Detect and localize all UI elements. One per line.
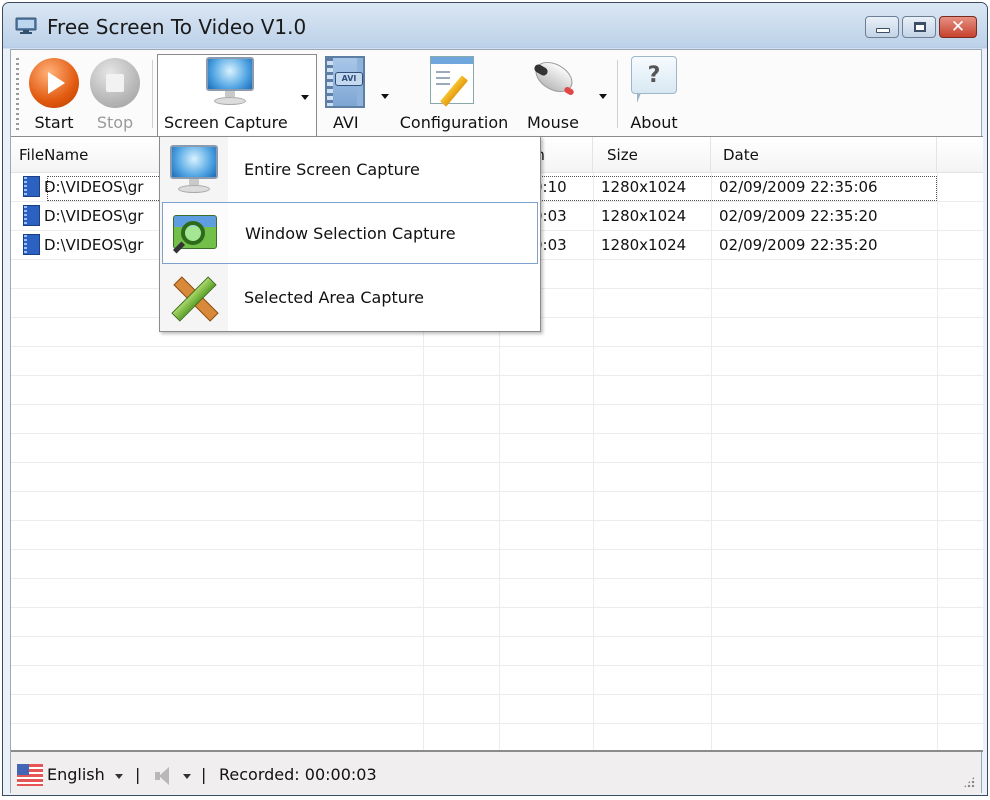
mouse-icon	[526, 55, 580, 104]
duration-cell: 0:10	[533, 178, 567, 196]
about-button[interactable]: ? About	[623, 54, 685, 134]
mouse-button[interactable]: Mouse	[517, 54, 607, 134]
avi-button[interactable]: AVI AVI	[319, 54, 391, 134]
duration-cell: 0:03	[533, 207, 567, 225]
size-cell: 1280x1024	[601, 207, 687, 225]
language-selector[interactable]: English	[47, 754, 105, 795]
empty-row	[11, 434, 983, 463]
monitor-icon	[204, 57, 256, 107]
start-button[interactable]: Start	[25, 54, 83, 134]
empty-row	[11, 521, 983, 550]
empty-row	[11, 492, 983, 521]
duration-cell: 0:03	[533, 236, 567, 254]
us-flag-icon	[17, 764, 43, 786]
empty-row	[11, 608, 983, 637]
menu-item-window-selection-capture[interactable]: Window Selection Capture	[162, 202, 538, 264]
screen-capture-dropdown-arrow[interactable]	[301, 95, 309, 100]
configuration-label: Configuration	[399, 113, 509, 132]
empty-row	[11, 463, 983, 492]
stop-button[interactable]: Stop	[87, 54, 143, 134]
config-icon	[430, 56, 478, 107]
column-header-size[interactable]: Size	[593, 137, 711, 173]
video-file-icon	[23, 175, 40, 197]
menu-item-label: Selected Area Capture	[244, 288, 424, 307]
app-monitor-icon	[15, 17, 37, 34]
close-icon: ✕	[950, 17, 966, 37]
menu-item-label: Entire Screen Capture	[244, 160, 420, 179]
screen-capture-menu: Entire Screen Capture Window Selection C…	[159, 136, 541, 332]
menu-item-selected-area-capture[interactable]: Selected Area Capture	[162, 267, 538, 329]
about-label: About	[630, 113, 678, 132]
empty-row	[11, 347, 983, 376]
maximize-icon	[914, 22, 926, 32]
monitor-icon	[168, 145, 220, 195]
menu-item-entire-screen-capture[interactable]: Entire Screen Capture	[162, 139, 538, 201]
mouse-label: Mouse	[527, 113, 579, 132]
film-icon: AVI	[325, 56, 365, 108]
close-button[interactable]: ✕	[939, 16, 977, 38]
mouse-dropdown-arrow[interactable]	[599, 94, 607, 99]
filename-text: D:\VIDEOS\gr	[44, 178, 144, 196]
stop-label: Stop	[96, 113, 134, 132]
empty-row	[11, 550, 983, 579]
status-separator: |	[135, 765, 141, 784]
empty-row	[11, 405, 983, 434]
question-mark: ?	[631, 56, 677, 94]
screen-capture-label: Screen Capture	[164, 113, 288, 132]
minimize-icon	[876, 28, 890, 33]
toolbar-separator	[152, 60, 153, 128]
menu-item-label: Window Selection Capture	[245, 224, 456, 243]
toolbar-separator	[617, 60, 618, 128]
audio-dropdown-arrow[interactable]	[183, 774, 191, 779]
app-window: Free Screen To Video V1.0 ✕ Start Stop S…	[2, 2, 988, 796]
size-cell: 1280x1024	[601, 236, 687, 254]
date-cell: 02/09/2009 22:35:20	[719, 207, 878, 225]
status-bar: English | | Recorded: 00:00:03	[11, 754, 981, 794]
size-cell: 1280x1024	[601, 178, 687, 196]
recorded-time: Recorded: 00:00:03	[219, 765, 377, 784]
title-bar[interactable]: Free Screen To Video V1.0 ✕	[3, 3, 987, 47]
toolbar-grip[interactable]	[16, 58, 19, 130]
start-label: Start	[34, 113, 74, 132]
empty-row	[11, 579, 983, 608]
empty-row	[11, 376, 983, 405]
date-cell: 02/09/2009 22:35:20	[719, 236, 878, 254]
play-icon	[29, 58, 79, 108]
configuration-button[interactable]: Configuration	[395, 54, 513, 134]
resize-grip[interactable]	[963, 776, 975, 788]
filename-text: D:\VIDEOS\gr	[44, 236, 144, 254]
avi-badge: AVI	[335, 72, 363, 86]
empty-row	[11, 666, 983, 695]
help-icon: ?	[631, 56, 677, 106]
avi-dropdown-arrow[interactable]	[381, 94, 389, 99]
ruler-pencil-icon	[168, 273, 220, 325]
date-cell: 02/09/2009 22:35:06	[719, 178, 878, 196]
empty-row	[11, 695, 983, 724]
status-separator: |	[201, 765, 207, 784]
screen-capture-button[interactable]: Screen Capture	[157, 54, 317, 142]
video-file-icon	[23, 233, 40, 255]
filename-text: D:\VIDEOS\gr	[44, 207, 144, 225]
window-title: Free Screen To Video V1.0	[47, 15, 307, 39]
avi-label: AVI	[333, 113, 359, 132]
stop-icon	[90, 58, 140, 108]
column-header-date[interactable]: Date	[711, 137, 937, 173]
maximize-button[interactable]	[902, 16, 936, 38]
minimize-button[interactable]	[865, 16, 899, 38]
magnifier-icon	[169, 209, 221, 259]
language-dropdown-arrow[interactable]	[115, 774, 123, 779]
empty-row	[11, 724, 983, 750]
toolbar: Start Stop Screen Capture AVI AVI Config…	[11, 50, 981, 142]
speaker-icon[interactable]	[155, 767, 171, 785]
video-file-icon	[23, 204, 40, 226]
client-area: Start Stop Screen Capture AVI AVI Config…	[10, 49, 983, 794]
empty-row	[11, 637, 983, 666]
